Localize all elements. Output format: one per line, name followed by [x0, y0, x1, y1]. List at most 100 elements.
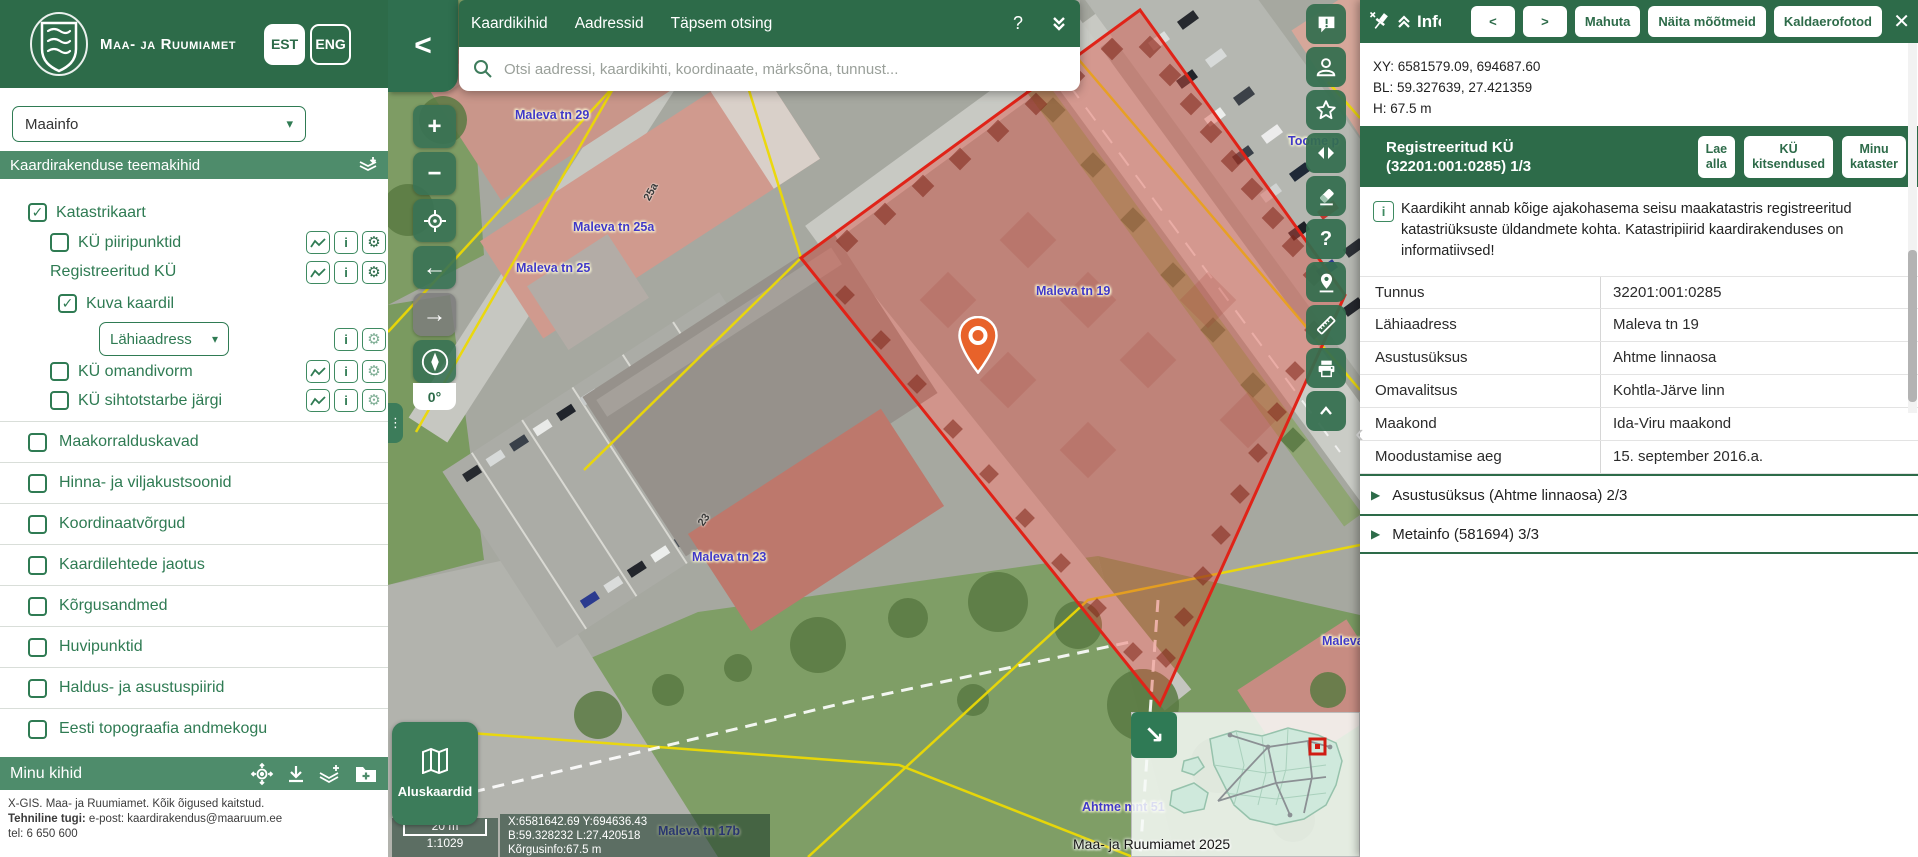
layer-label[interactable]: Registreeritud KÜ	[50, 263, 176, 281]
toolbar-collapse-button[interactable]	[1306, 391, 1346, 431]
layer-row-ku-piiripunktid: KÜ piiripunktid	[50, 233, 181, 252]
layer-label[interactable]: Kuva kaardil	[86, 295, 174, 313]
layer-label[interactable]: KÜ piiripunktid	[78, 234, 181, 252]
layer-settings-button[interactable]: ⚙	[362, 389, 386, 412]
checkbox-kuva-kaardil[interactable]: ✓	[58, 294, 77, 313]
search-bar	[459, 47, 1080, 91]
panel-collapse-icon[interactable]	[1396, 14, 1412, 30]
search-input[interactable]	[502, 60, 1066, 79]
user-button[interactable]	[1306, 47, 1346, 87]
layer-info-button[interactable]: i	[334, 261, 358, 284]
info-icon: i	[344, 265, 348, 280]
menu-aadressid[interactable]: Aadressid	[575, 15, 644, 33]
add-layer-icon[interactable]	[318, 763, 342, 785]
collapse-layers-icon[interactable]	[358, 156, 378, 174]
language-est-button[interactable]: EST	[264, 24, 305, 65]
layer-row-ku-sihtotstarbe: KÜ sihtotstarbe järgi	[50, 391, 222, 410]
help-icon[interactable]: ?	[1013, 13, 1023, 34]
basemap-button[interactable]: Aluskaardid	[392, 722, 478, 825]
fit-view-button[interactable]: Mahuta	[1575, 6, 1641, 37]
result-prev-button[interactable]: <	[1471, 6, 1515, 37]
layer-row-haldus-asustuspiirid[interactable]: Haldus- ja asustuspiirid	[0, 667, 388, 708]
layer-row-kaardilehtede-jaotus[interactable]: Kaardilehtede jaotus	[0, 544, 388, 585]
panel-scrollbar[interactable]	[1908, 43, 1917, 413]
map-label-maleva: Maleva	[1322, 634, 1364, 648]
checkbox-haldus[interactable]	[28, 679, 47, 698]
checkbox-ku-piiripunktid[interactable]	[50, 233, 69, 252]
expand-arrow-icon: ▶	[1371, 488, 1380, 502]
label-type-select[interactable]: Lähiaadress ▾	[99, 322, 229, 356]
layer-settings-button[interactable]: ⚙	[362, 231, 386, 254]
feedback-button[interactable]	[1306, 4, 1346, 44]
checkbox-ku-omandivorm[interactable]	[50, 362, 69, 381]
layer-info-button[interactable]: i	[334, 360, 358, 383]
layer-settings-button[interactable]: ⚙	[362, 328, 386, 351]
result-next-button[interactable]: >	[1523, 6, 1567, 37]
oblique-photos-button[interactable]: Kaldaerofotod	[1774, 6, 1882, 37]
download-layer-icon[interactable]	[286, 764, 306, 784]
sidebar-collapse-button[interactable]: <	[388, 0, 458, 92]
compass-button[interactable]	[413, 340, 456, 383]
checkbox-topograafia[interactable]	[28, 720, 47, 739]
layer-label[interactable]: KÜ sihtotstarbe järgi	[78, 392, 222, 410]
add-folder-icon[interactable]	[354, 764, 378, 784]
history-forward-button[interactable]: →	[413, 293, 456, 336]
favorites-button[interactable]	[1306, 90, 1346, 130]
layer-label[interactable]: Katastrikaart	[56, 204, 146, 222]
collapse-search-icon[interactable]	[1050, 15, 1068, 33]
download-button[interactable]: Lae alla	[1698, 136, 1736, 178]
expander-metainfo[interactable]: ▶ Metainfo (581694) 3/3	[1360, 514, 1918, 554]
locate-button[interactable]	[413, 199, 456, 242]
language-eng-button[interactable]: ENG	[310, 24, 351, 65]
legend-chart-button[interactable]	[306, 231, 330, 254]
help-tool-button[interactable]: ?	[1306, 219, 1346, 259]
layer-info-button[interactable]: i	[334, 231, 358, 254]
eraser-button[interactable]	[1306, 176, 1346, 216]
layer-settings-button[interactable]: ⚙	[362, 261, 386, 284]
show-measurements-button[interactable]: Näita mõõtmeid	[1648, 6, 1766, 37]
layer-info-button[interactable]: i	[334, 389, 358, 412]
layer-info-button[interactable]: i	[334, 328, 358, 351]
layer-row-eesti-topograafia[interactable]: Eesti topograafia andmekogu	[0, 708, 388, 749]
measure-button[interactable]	[1306, 305, 1346, 345]
overview-collapse-button[interactable]: ↘	[1131, 712, 1177, 758]
close-panel-icon[interactable]: ✕	[1893, 9, 1910, 34]
checkbox-koordinaatvorgud[interactable]	[28, 515, 47, 534]
layer-row-korgusandmed[interactable]: Kõrgusandmed	[0, 585, 388, 626]
checkbox-kaardilehtede[interactable]	[28, 556, 47, 575]
legend-chart-button[interactable]	[306, 261, 330, 284]
support-email[interactable]: e-post: kaardirakendus@maaruum.ee	[86, 813, 282, 825]
history-back-button[interactable]: ←	[413, 246, 456, 289]
scrollbar-thumb[interactable]	[1908, 250, 1917, 402]
checkbox-hinna[interactable]	[28, 474, 47, 493]
layer-row-maakorralduskavad[interactable]: Maakorralduskavad	[0, 421, 388, 462]
drawer-handle[interactable]: ⋮	[388, 403, 403, 443]
panel-edge-handle[interactable]: ‹	[1355, 418, 1364, 449]
layer-settings-button[interactable]: ⚙	[362, 360, 386, 383]
layer-row-koordinaatvorgud[interactable]: Koordinaatvõrgud	[0, 503, 388, 544]
goto-extent-icon[interactable]	[250, 762, 274, 786]
rotation-value[interactable]: 0°	[413, 383, 456, 410]
menu-kaardikihid[interactable]: Kaardikihid	[471, 15, 548, 33]
zoom-out-button[interactable]: −	[413, 152, 456, 195]
legend-chart-button[interactable]	[306, 360, 330, 383]
checkbox-korgusandmed[interactable]	[28, 597, 47, 616]
marker-tool-button[interactable]	[1306, 262, 1346, 302]
menu-tapsem-otsing[interactable]: Täpsem otsing	[671, 15, 773, 33]
layer-row-huvipunktid[interactable]: Huvipunktid	[0, 626, 388, 667]
checkbox-huvipunktid[interactable]	[28, 638, 47, 657]
checkbox-maakorralduskavad[interactable]	[28, 433, 47, 452]
mode-select[interactable]: Maainfo ▾	[12, 106, 306, 142]
checkbox-katastrikaart[interactable]: ✓	[28, 203, 47, 222]
pin-panel-icon[interactable]	[1368, 10, 1392, 34]
print-button[interactable]	[1306, 348, 1346, 388]
layer-row-hinna-viljakustsoonid[interactable]: Hinna- ja viljakustsoonid	[0, 462, 388, 503]
restrictions-button[interactable]: KÜ kitsendused	[1744, 136, 1833, 178]
expander-asustusuksus[interactable]: ▶ Asustusüksus (Ahtme linnaosa) 2/3	[1360, 474, 1918, 514]
my-cadastre-button[interactable]: Minu kataster	[1842, 136, 1906, 178]
legend-chart-button[interactable]	[306, 389, 330, 412]
swipe-compare-button[interactable]	[1306, 133, 1346, 173]
zoom-in-button[interactable]: +	[413, 105, 456, 148]
checkbox-ku-sihtotstarbe[interactable]	[50, 391, 69, 410]
layer-label[interactable]: KÜ omandivorm	[78, 363, 193, 381]
